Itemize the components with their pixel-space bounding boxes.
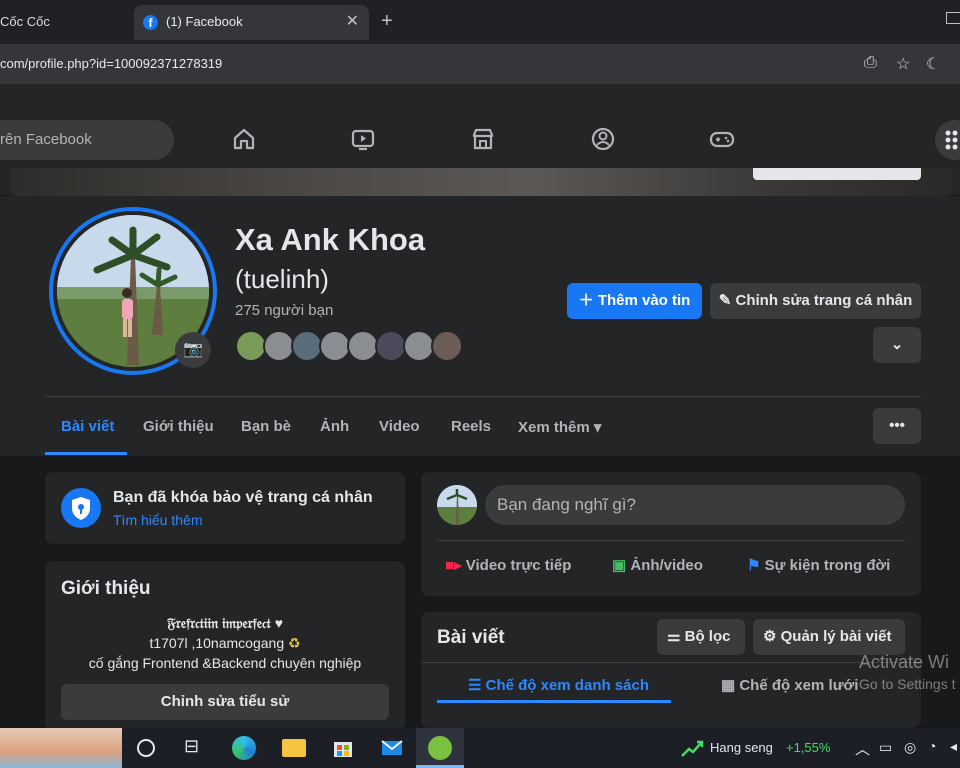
groups-icon[interactable]: [590, 126, 616, 152]
store-icon[interactable]: [331, 736, 355, 760]
flag-icon: ⚑: [747, 557, 761, 574]
posts-divider: [421, 662, 921, 663]
more-options-icon[interactable]: •••: [873, 408, 921, 444]
heart-icon: ♥: [274, 615, 283, 631]
url-field[interactable]: com/profile.php?id=100092371278319: [0, 56, 222, 71]
mail-icon[interactable]: [380, 736, 404, 760]
stock-chart-icon: [680, 736, 704, 760]
grid-icon: ▦: [721, 677, 740, 694]
tab-posts[interactable]: Bài viết: [61, 418, 114, 435]
camera-icon[interactable]: 📷: [175, 332, 211, 368]
manage-posts-button[interactable]: ⚙ Quản lý bài viết: [753, 619, 905, 655]
chevron-up-icon[interactable]: ︿: [855, 738, 870, 759]
live-video-button[interactable]: ■▸ Video trực tiếp: [445, 556, 571, 574]
cover-photo: [10, 168, 953, 196]
address-bar: com/profile.php?id=100092371278319 ⎙ ☆ ☾: [0, 44, 960, 114]
composer-divider: [437, 540, 905, 541]
list-view-tab[interactable]: ☰ Chế độ xem danh sách: [468, 676, 649, 694]
window-restore-icon[interactable]: [946, 12, 960, 24]
facebook-favicon-icon: f: [143, 15, 158, 30]
tab-reels[interactable]: Reels: [451, 418, 491, 435]
active-view-indicator: [437, 700, 671, 703]
photo-icon: ▣: [612, 557, 627, 574]
status-input[interactable]: Bạn đang nghĩ gì?: [485, 485, 905, 525]
shield-lock-icon: [61, 488, 101, 528]
bio-line: 𝔉𝔯𝔢𝔣𝔯𝔠𝔱𝔦𝔦𝔫 𝔦𝔪𝔭𝔢𝔯𝔣𝔢𝔠𝔱 ♥: [166, 615, 283, 631]
facebook-search-input[interactable]: rên Facebook: [0, 120, 174, 160]
close-tab-icon[interactable]: ✕: [346, 11, 359, 31]
tab-friends[interactable]: Bạn bè: [241, 418, 291, 435]
friend-avatar[interactable]: [431, 330, 463, 362]
menu-grid-icon[interactable]: [935, 120, 960, 160]
bio-line: cố gắng Frontend &Backend chuyên nghiệp: [88, 655, 362, 671]
gear-icon: ⚙: [763, 628, 781, 645]
battery-icon[interactable]: ▭: [879, 739, 892, 756]
bio-line: t1707l ,10namcogang ♻: [149, 635, 301, 651]
activation-watermark: Activate Wi: [859, 652, 950, 672]
file-explorer-icon[interactable]: [282, 739, 306, 757]
gaming-icon[interactable]: [709, 126, 735, 152]
pencil-icon: ✎: [718, 292, 736, 309]
activation-watermark-sub: Go to Settings t: [859, 676, 956, 692]
profile-divider: [45, 396, 921, 397]
chevron-down-icon[interactable]: ⌄: [873, 327, 921, 363]
ticker-name[interactable]: Hang seng: [710, 740, 773, 755]
volume-icon[interactable]: ◂: [950, 738, 957, 755]
life-event-button[interactable]: ⚑ Sự kiện trong đời: [747, 556, 890, 574]
watch-video-icon[interactable]: [350, 126, 376, 152]
plus-icon: ＋: [578, 292, 598, 309]
coccoc-icon[interactable]: [428, 736, 452, 760]
tab-facebook[interactable]: f (1) Facebook ✕: [134, 5, 369, 40]
filter-button[interactable]: ⚌ Bộ lọc: [657, 619, 745, 655]
avatar[interactable]: [437, 485, 477, 525]
windows-taskbar: ⊟ Hang seng +1,55% ︿ ▭ ◎ ◔ ◂: [0, 728, 960, 768]
grid-view-tab[interactable]: ▦ Chế độ xem lưới: [721, 676, 858, 694]
posts-title: Bài viết: [437, 627, 505, 648]
friends-count[interactable]: 275 người bạn: [235, 302, 333, 319]
start-widget-image[interactable]: [0, 728, 122, 768]
recycle-icon: ♻: [288, 635, 301, 651]
new-tab-icon[interactable]: +: [381, 10, 393, 33]
search-circle-icon[interactable]: [137, 739, 155, 757]
add-to-story-button[interactable]: ＋ Thêm vào tin: [567, 283, 702, 319]
edit-bio-button[interactable]: Chỉnh sửa tiểu sử: [61, 684, 389, 720]
intro-title: Giới thiệu: [61, 578, 151, 599]
edge-browser-icon[interactable]: [232, 736, 256, 760]
browser-tab-strip: Cốc Cốc f (1) Facebook ✕ +: [0, 0, 960, 44]
dark-mode-icon[interactable]: ☾: [926, 54, 940, 74]
tab-coccoc[interactable]: Cốc Cốc: [0, 6, 120, 38]
ticker-change[interactable]: +1,55%: [786, 740, 830, 755]
profile-nickname: (tuelinh): [235, 264, 329, 294]
tab-about[interactable]: Giới thiệu: [143, 418, 214, 435]
photo-video-button[interactable]: ▣ Ảnh/video: [612, 556, 703, 574]
lock-card-title: Bạn đã khóa bảo vệ trang cá nhân: [113, 489, 373, 506]
home-icon[interactable]: [231, 126, 257, 152]
profile-name: Xa Ank Khoa: [235, 222, 426, 257]
wifi-icon[interactable]: ◔: [928, 738, 936, 754]
active-tab-indicator: [45, 452, 127, 455]
tab-title: (1) Facebook: [166, 14, 243, 29]
edit-profile-button[interactable]: ✎ Chỉnh sửa trang cá nhân: [710, 283, 921, 319]
marketplace-icon[interactable]: [470, 126, 496, 152]
network-icon[interactable]: ◎: [904, 739, 916, 756]
filter-icon: ⚌: [667, 628, 685, 645]
tab-photos[interactable]: Ảnh: [320, 418, 349, 435]
task-view-icon[interactable]: ⊟: [184, 736, 208, 760]
edit-cover-button[interactable]: [753, 168, 921, 180]
bookmark-star-icon[interactable]: ☆: [896, 54, 910, 74]
list-icon: ☰: [468, 677, 486, 694]
live-video-icon: ■▸: [445, 557, 462, 574]
install-app-icon[interactable]: ⎙: [864, 54, 877, 72]
tab-more[interactable]: Xem thêm ▾: [518, 418, 601, 436]
caret-down-icon: ▾: [593, 419, 602, 436]
learn-more-link[interactable]: Tìm hiểu thêm: [113, 512, 202, 528]
tab-videos[interactable]: Video: [379, 418, 420, 435]
